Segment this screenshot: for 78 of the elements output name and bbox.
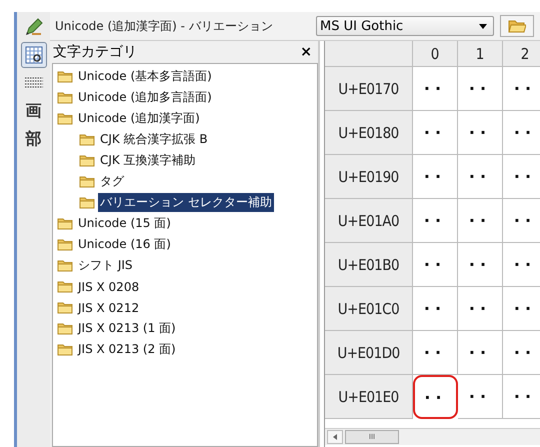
tree-item[interactable]: Unicode (追加漢字面) bbox=[76, 109, 202, 128]
character-cell[interactable]: ·· bbox=[413, 287, 458, 331]
character-cell[interactable]: ·· bbox=[458, 199, 503, 243]
toolbar-button[interactable]: 画 bbox=[20, 98, 46, 124]
tree-item[interactable]: タグ bbox=[98, 172, 126, 191]
view-title: Unicode (追加漢字面) - バリエーション bbox=[54, 18, 274, 34]
folder-icon bbox=[57, 322, 73, 335]
character-cell[interactable]: ·· bbox=[458, 67, 503, 111]
character-cell[interactable]: ·· bbox=[458, 375, 503, 419]
tree-item[interactable]: Unicode (16 面) bbox=[76, 235, 173, 254]
font-dropdown[interactable]: MS UI Gothic bbox=[316, 16, 494, 36]
character-cell[interactable]: ·· bbox=[458, 155, 503, 199]
character-cell[interactable]: ·· bbox=[413, 155, 458, 199]
character-cell[interactable]: ·· bbox=[503, 287, 540, 331]
row-header: U+E0170 bbox=[325, 67, 413, 111]
column-header: 1 bbox=[458, 41, 503, 67]
folder-icon bbox=[79, 175, 95, 188]
character-cell[interactable]: ·· bbox=[503, 67, 540, 111]
left-arrow-icon bbox=[333, 434, 337, 440]
row-header: U+E0180 bbox=[325, 111, 413, 155]
character-cell[interactable]: ·· bbox=[458, 111, 503, 155]
character-cell[interactable]: ·· bbox=[413, 243, 458, 287]
row-header: U+E01E0 bbox=[325, 375, 413, 419]
character-cell[interactable]: ·· bbox=[503, 199, 540, 243]
row-header: U+E01B0 bbox=[325, 243, 413, 287]
folder-icon bbox=[79, 133, 95, 146]
folder-icon bbox=[57, 280, 73, 293]
row-header: U+E0190 bbox=[325, 155, 413, 199]
grid-icon bbox=[24, 45, 44, 65]
row-header: U+E01D0 bbox=[325, 331, 413, 375]
folder-icon bbox=[79, 196, 95, 209]
folder-icon bbox=[79, 154, 95, 167]
folder-icon bbox=[57, 343, 73, 356]
keyboard-icon bbox=[24, 76, 44, 90]
tree-item[interactable]: CJK 互換漢字補助 bbox=[98, 151, 198, 170]
toolbar-button[interactable]: 部 bbox=[20, 126, 46, 152]
tree-item[interactable]: JIS X 0213 (2 面) bbox=[76, 340, 178, 359]
panel-title: 文字カテゴリ bbox=[53, 43, 137, 61]
tree-item[interactable]: Unicode (基本多言語面) bbox=[76, 67, 214, 86]
folder-icon bbox=[57, 259, 73, 272]
folder-icon bbox=[57, 217, 73, 230]
character-cell[interactable]: ·· bbox=[413, 331, 458, 375]
tree-item[interactable]: CJK 統合漢字拡張 B bbox=[98, 130, 210, 149]
tree-item[interactable]: Unicode (追加多言語面) bbox=[76, 88, 214, 107]
grid-button[interactable] bbox=[20, 42, 46, 68]
close-button[interactable]: × bbox=[300, 44, 312, 60]
character-cell[interactable]: ·· bbox=[503, 375, 540, 419]
character-cell[interactable]: ·· bbox=[503, 111, 540, 155]
caret-icon bbox=[479, 24, 487, 28]
tree-item[interactable]: シフト JIS bbox=[76, 256, 135, 275]
scroll-left-button[interactable] bbox=[327, 430, 343, 444]
character-cell[interactable]: ·· bbox=[413, 111, 458, 155]
character-cell[interactable]: ·· bbox=[458, 331, 503, 375]
pencil-icon bbox=[24, 17, 44, 37]
tree-item[interactable]: Unicode (15 面) bbox=[76, 214, 173, 233]
tree-item[interactable]: JIS X 0208 bbox=[76, 278, 142, 294]
character-cell[interactable]: ·· bbox=[458, 243, 503, 287]
character-cell[interactable]: ·· bbox=[503, 331, 540, 375]
row-header: U+E01A0 bbox=[325, 199, 413, 243]
open-folder-button[interactable] bbox=[500, 15, 534, 37]
folder-icon bbox=[57, 238, 73, 251]
row-header: U+E01C0 bbox=[325, 287, 413, 331]
folder-icon bbox=[57, 112, 73, 125]
character-cell[interactable]: ·· bbox=[413, 375, 458, 419]
folder-icon bbox=[508, 18, 526, 34]
tree-item[interactable]: バリエーション セレクター補助 bbox=[98, 193, 274, 212]
character-cell[interactable]: ·· bbox=[458, 287, 503, 331]
character-cell[interactable]: ·· bbox=[503, 243, 540, 287]
column-header: 2 bbox=[503, 41, 540, 67]
character-cell[interactable]: ·· bbox=[503, 155, 540, 199]
folder-icon bbox=[57, 70, 73, 83]
tree-item[interactable]: JIS X 0212 bbox=[76, 300, 142, 316]
column-header: 0 bbox=[413, 41, 458, 67]
folder-icon bbox=[57, 301, 73, 314]
character-cell[interactable]: ·· bbox=[413, 199, 458, 243]
character-cell[interactable]: ·· bbox=[413, 67, 458, 111]
folder-icon bbox=[57, 91, 73, 104]
tree-item[interactable]: JIS X 0213 (1 面) bbox=[76, 319, 178, 338]
